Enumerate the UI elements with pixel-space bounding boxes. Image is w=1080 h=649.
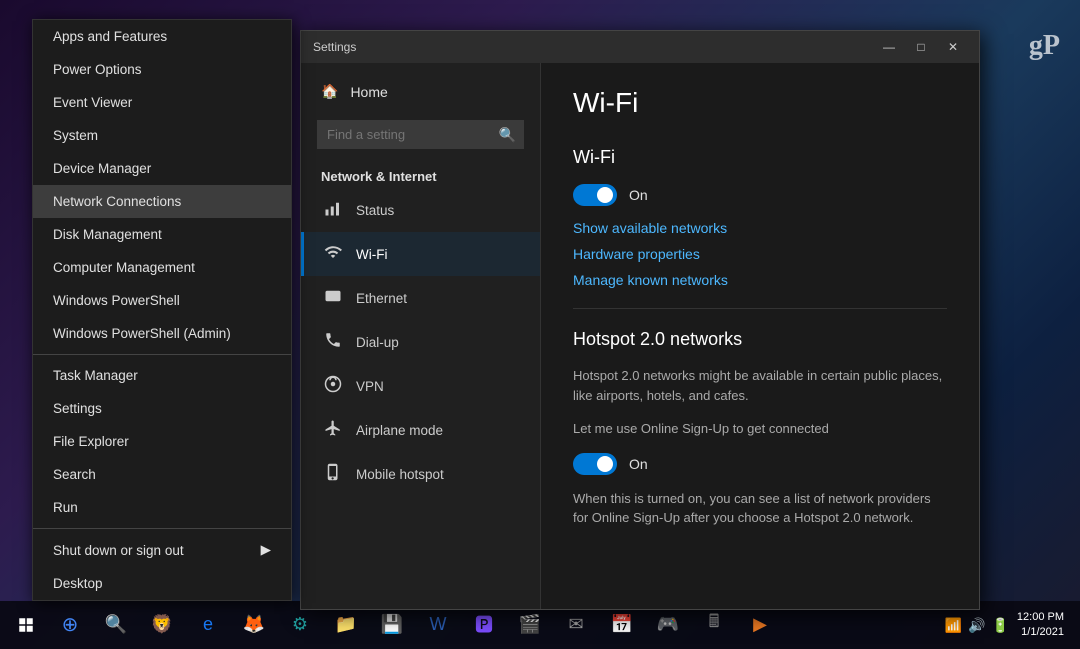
settings-search-container: 🔍 (317, 120, 524, 149)
section-divider (573, 308, 947, 309)
context-menu-item-run[interactable]: Run (33, 491, 291, 524)
settings-window: Settings — □ ✕ 🏠 Home 🔍 Network & Intern… (300, 30, 980, 610)
minimize-button[interactable]: — (875, 37, 903, 57)
network-tray-icon[interactable]: 📶 (945, 617, 962, 634)
settings-titlebar: Settings — □ ✕ (301, 31, 979, 63)
settings-window-title: Settings (313, 40, 356, 54)
hardware-properties-link[interactable]: Hardware properties (573, 246, 947, 262)
start-button[interactable] (4, 601, 48, 649)
settings-search-input[interactable] (317, 120, 524, 149)
hotspot-section-header: Hotspot 2.0 networks (573, 329, 947, 350)
context-menu-item-task-manager[interactable]: Task Manager (33, 359, 291, 392)
context-menu-item-disk-management[interactable]: Disk Management (33, 218, 291, 251)
settings-body: 🏠 Home 🔍 Network & Internet Status (301, 63, 979, 609)
firefox-icon: 🦊 (243, 614, 265, 635)
chevron-right-icon: ▶ (261, 542, 271, 558)
app6-icon: ⚙ (292, 614, 308, 635)
chrome-icon: ⊕ (62, 612, 79, 637)
mobile-hotspot-icon (324, 463, 342, 485)
status-icon (324, 199, 342, 221)
app8-icon: 💾 (381, 614, 403, 635)
vlc-icon: ▶ (753, 614, 767, 635)
page-title: Wi-Fi (573, 87, 947, 119)
context-menu-item-device-manager[interactable]: Device Manager (33, 152, 291, 185)
context-menu-item-power-options[interactable]: Power Options (33, 53, 291, 86)
battery-tray-icon[interactable]: 🔋 (991, 617, 1008, 634)
settings-main-content: Wi-Fi Wi-Fi On Show available networks H… (541, 63, 979, 609)
hotspot-toggle-row: On (573, 453, 947, 475)
app14-icon: 🎮 (657, 614, 679, 635)
home-icon: 🏠 (321, 83, 338, 100)
wifi-toggle-label: On (629, 187, 648, 203)
taskbar-chrome[interactable]: ⊕ (48, 601, 92, 649)
context-menu-item-event-viewer[interactable]: Event Viewer (33, 86, 291, 119)
settings-nav-airplane[interactable]: Airplane mode (301, 408, 540, 452)
taskbar-time-display: 12:00 PM (1017, 610, 1064, 625)
edge-icon: e (203, 614, 213, 635)
word-icon: W (430, 614, 447, 635)
context-menu-item-search[interactable]: Search (33, 458, 291, 491)
vpn-icon (324, 375, 342, 397)
dialup-icon (324, 331, 342, 353)
settings-nav: 🏠 Home 🔍 Network & Internet Status (301, 63, 541, 609)
window-controls: — □ ✕ (875, 37, 967, 57)
settings-nav-dialup[interactable]: Dial-up (301, 320, 540, 364)
windows-logo-icon (17, 616, 35, 634)
context-menu-item-apps-features[interactable]: Apps and Features (33, 20, 291, 53)
context-menu-item-computer-management[interactable]: Computer Management (33, 251, 291, 284)
search-taskbar-icon: 🔍 (105, 614, 127, 635)
app7-icon: 📁 (335, 614, 357, 635)
taskbar-clock[interactable]: 12:00 PM 1/1/2021 (1017, 610, 1064, 641)
hotspot-toggle-label: On (629, 456, 648, 472)
taskbar-brave[interactable]: 🦁 (140, 601, 184, 649)
taskbar-date-display: 1/1/2021 (1017, 625, 1064, 640)
context-menu-divider-1 (33, 354, 291, 355)
wifi-toggle[interactable] (573, 184, 617, 206)
settings-nav-vpn[interactable]: VPN (301, 364, 540, 408)
calculator-icon: 🖩 (709, 609, 720, 639)
context-menu: Apps and Features Power Options Event Vi… (32, 19, 292, 601)
context-menu-item-settings[interactable]: Settings (33, 392, 291, 425)
search-icon: 🔍 (499, 126, 516, 143)
app11-icon: 🎬 (519, 614, 541, 635)
app10-icon: 🅿 (475, 611, 493, 637)
show-networks-link[interactable]: Show available networks (573, 220, 947, 236)
taskbar-firefox[interactable]: 🦊 (232, 601, 276, 649)
hotspot-toggle[interactable] (573, 453, 617, 475)
restore-button[interactable]: □ (907, 37, 935, 57)
context-menu-item-network-connections[interactable]: Network Connections (33, 185, 291, 218)
wifi-toggle-row: On (573, 184, 947, 206)
context-menu-item-desktop[interactable]: Desktop (33, 567, 291, 600)
system-tray: 📶 🔊 🔋 12:00 PM 1/1/2021 (945, 610, 1076, 641)
wifi-icon (324, 243, 342, 265)
mail-icon: ✉ (568, 614, 583, 635)
context-menu-item-file-explorer[interactable]: File Explorer (33, 425, 291, 458)
volume-tray-icon[interactable]: 🔊 (968, 617, 985, 634)
settings-nav-section-title: Network & Internet (301, 157, 540, 188)
close-button[interactable]: ✕ (939, 37, 967, 57)
settings-nav-ethernet[interactable]: Ethernet (301, 276, 540, 320)
ethernet-icon (324, 287, 342, 309)
settings-nav-status[interactable]: Status (301, 188, 540, 232)
settings-nav-wifi[interactable]: Wi-Fi (301, 232, 540, 276)
taskbar-search[interactable]: 🔍 (94, 601, 138, 649)
context-menu-item-system[interactable]: System (33, 119, 291, 152)
brave-icon: 🦁 (151, 614, 173, 635)
context-menu-item-powershell-admin[interactable]: Windows PowerShell (Admin) (33, 317, 291, 350)
taskbar-edge[interactable]: e (186, 601, 230, 649)
context-menu-divider-2 (33, 528, 291, 529)
tray-icons: 📶 🔊 🔋 (945, 617, 1009, 634)
gp-watermark: gP (1029, 30, 1060, 62)
context-menu-item-shutdown[interactable]: Shut down or sign out ▶ (33, 533, 291, 567)
hotspot-desc-3: When this is turned on, you can see a li… (573, 489, 947, 528)
settings-home-button[interactable]: 🏠 Home (301, 71, 540, 112)
hotspot-desc-1: Hotspot 2.0 networks might be available … (573, 366, 947, 405)
settings-nav-mobile-hotspot[interactable]: Mobile hotspot (301, 452, 540, 496)
hotspot-desc-2: Let me use Online Sign-Up to get connect… (573, 419, 947, 439)
airplane-icon (324, 419, 342, 441)
context-menu-item-powershell[interactable]: Windows PowerShell (33, 284, 291, 317)
wifi-section-header: Wi-Fi (573, 147, 947, 168)
manage-networks-link[interactable]: Manage known networks (573, 272, 947, 288)
calendar-icon: 📅 (611, 614, 633, 635)
